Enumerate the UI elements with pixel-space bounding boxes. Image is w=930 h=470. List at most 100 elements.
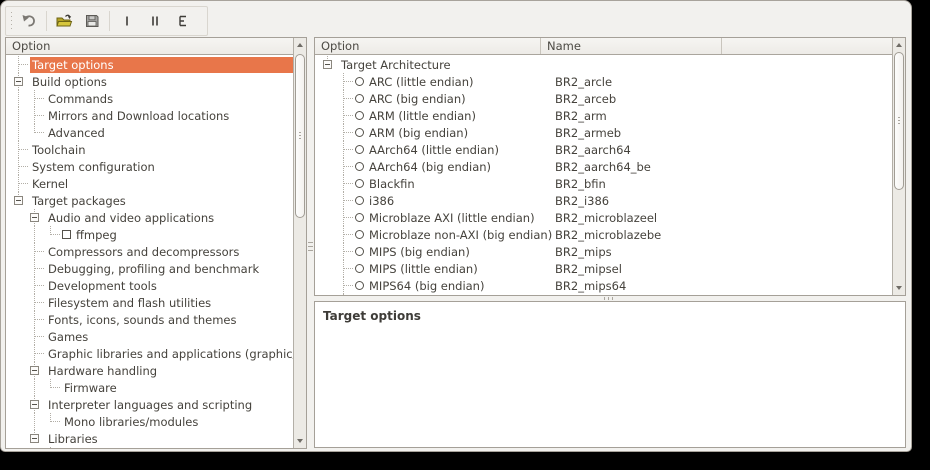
tree-connector	[30, 294, 46, 311]
name-column-header[interactable]: Name	[541, 38, 722, 54]
tree-guide	[14, 226, 30, 243]
scroll-up-icon[interactable]	[297, 43, 303, 47]
vertical-scrollbar[interactable]	[293, 38, 306, 448]
tree-item[interactable]: Target packages	[14, 192, 293, 209]
tree-item[interactable]: Interpreter languages and scripting	[14, 396, 293, 413]
config-row[interactable]: Microblaze AXI (little endian)BR2_microb…	[323, 209, 892, 226]
radio-icon[interactable]	[355, 94, 364, 103]
tree-item-label: Filesystem and flash utilities	[46, 295, 214, 311]
tree-item[interactable]: Fonts, icons, sounds and themes	[14, 311, 293, 328]
config-row[interactable]: Blackfin BR2_bfin	[323, 175, 892, 192]
radio-icon[interactable]	[355, 213, 364, 222]
splitter-grip-icon	[308, 242, 313, 253]
tree-item[interactable]: Libraries	[14, 430, 293, 447]
tree-item[interactable]: Games	[14, 328, 293, 345]
collapse-expander-icon[interactable]	[30, 213, 39, 222]
tree-item-label: Toolchain	[30, 142, 88, 158]
config-row[interactable]: i386BR2_i386	[323, 192, 892, 209]
config-row[interactable]: MIPS (little endian)BR2_mipsel	[323, 260, 892, 277]
back-button[interactable]	[16, 9, 42, 33]
panel-splitter-vertical[interactable]	[307, 37, 314, 449]
config-row[interactable]: Target Architecture	[323, 56, 892, 73]
radio-icon[interactable]	[355, 77, 364, 86]
collapse-expander-icon[interactable]	[30, 434, 39, 443]
split-view-button[interactable]	[142, 9, 168, 33]
radio-icon[interactable]	[355, 247, 364, 256]
tree-connector	[30, 362, 46, 379]
tree-item-label: Development tools	[46, 278, 160, 294]
tree-connector	[30, 243, 46, 260]
radio-icon[interactable]	[355, 162, 364, 171]
tree-item-label: ARM (big endian)	[367, 125, 471, 141]
radio-icon[interactable]	[355, 179, 364, 188]
radio-icon[interactable]	[355, 145, 364, 154]
collapse-expander-icon[interactable]	[14, 77, 23, 86]
tree-guide	[323, 226, 339, 243]
scroll-up-icon[interactable]	[896, 43, 902, 47]
tree-guide	[14, 209, 30, 226]
tree-item[interactable]: Audio and video applications	[14, 209, 293, 226]
single-view-button[interactable]	[114, 9, 140, 33]
config-symbol-name: BR2_bfin	[553, 176, 608, 192]
radio-icon[interactable]	[355, 281, 364, 290]
config-row[interactable]: ARM (big endian)BR2_armeb	[323, 124, 892, 141]
tree-item[interactable]: Graphic libraries and applications (grap…	[14, 345, 293, 362]
tree-item[interactable]: Audio/Sound	[14, 447, 293, 448]
toolbar-drag-handle[interactable]	[8, 12, 15, 30]
scroll-down-icon[interactable]	[297, 439, 303, 443]
config-row[interactable]: AArch64 (big endian)BR2_aarch64_be	[323, 158, 892, 175]
empty-column-header[interactable]	[722, 38, 905, 54]
radio-icon[interactable]	[355, 264, 364, 273]
tree-item[interactable]: System configuration	[14, 158, 293, 175]
tree-item[interactable]: Mono libraries/modules	[14, 413, 293, 430]
collapse-expander-icon[interactable]	[323, 60, 332, 69]
radio-icon[interactable]	[355, 230, 364, 239]
tree-item[interactable]: Debugging, profiling and benchmark	[14, 260, 293, 277]
config-symbol-name: BR2_arm	[553, 108, 609, 124]
tree-item[interactable]: Build options	[14, 73, 293, 90]
config-symbol-name: BR2_microblazebe	[553, 227, 663, 243]
tree-item-label: Blackfin	[367, 176, 418, 192]
scrollbar-thumb[interactable]	[894, 52, 904, 190]
tree-item[interactable]: Filesystem and flash utilities	[14, 294, 293, 311]
config-symbol-name: BR2_aarch64	[553, 142, 633, 158]
full-view-button[interactable]	[170, 9, 196, 33]
scrollbar-thumb[interactable]	[295, 54, 305, 218]
collapse-expander-icon[interactable]	[14, 196, 23, 205]
config-row[interactable]: Microblaze non-AXI (big endian)BR2_micro…	[323, 226, 892, 243]
option-column-header[interactable]: Option	[6, 38, 306, 54]
radio-icon[interactable]	[355, 128, 364, 137]
option-column-header[interactable]: Option	[315, 38, 541, 54]
config-row[interactable]: ARC (big endian)BR2_arceb	[323, 90, 892, 107]
scroll-down-icon[interactable]	[896, 286, 902, 290]
load-button[interactable]	[51, 9, 77, 33]
tree-item[interactable]: Toolchain	[14, 141, 293, 158]
checkbox-icon[interactable]	[62, 230, 71, 239]
tree-item[interactable]: Development tools	[14, 277, 293, 294]
open-folder-icon	[55, 13, 73, 29]
config-row[interactable]: MIPS64 (little endian)BR2_mips64el	[323, 294, 892, 295]
config-row[interactable]: ARM (little endian)BR2_arm	[323, 107, 892, 124]
tree-item[interactable]: Mirrors and Download locations	[14, 107, 293, 124]
tree-item[interactable]: Kernel	[14, 175, 293, 192]
tree-item[interactable]: Compressors and decompressors	[14, 243, 293, 260]
tree-item[interactable]: Commands	[14, 90, 293, 107]
vertical-scrollbar[interactable]	[892, 38, 905, 295]
config-row[interactable]: ARC (little endian)BR2_arcle	[323, 73, 892, 90]
radio-icon[interactable]	[355, 111, 364, 120]
config-row[interactable]: AArch64 (little endian)BR2_aarch64	[323, 141, 892, 158]
tree-item[interactable]: Hardware handling	[14, 362, 293, 379]
tree-item[interactable]: ffmpeg	[14, 226, 293, 243]
radio-icon[interactable]	[355, 196, 364, 205]
tree-item[interactable]: Advanced	[14, 124, 293, 141]
config-symbol-name: BR2_arceb	[553, 91, 618, 107]
collapse-expander-icon[interactable]	[30, 400, 39, 409]
config-row[interactable]: MIPS (big endian)BR2_mips	[323, 243, 892, 260]
save-button[interactable]	[79, 9, 105, 33]
config-row[interactable]: MIPS64 (big endian)BR2_mips64	[323, 277, 892, 294]
tree-item[interactable]: Firmware	[14, 379, 293, 396]
options-tree-panel: Option Target optionsBuild optionsComman…	[5, 37, 307, 449]
collapse-expander-icon[interactable]	[30, 366, 39, 375]
tree-item[interactable]: Target options	[14, 56, 293, 73]
right-tree-content: Target ArchitectureARC (little endian)BR…	[315, 55, 892, 295]
